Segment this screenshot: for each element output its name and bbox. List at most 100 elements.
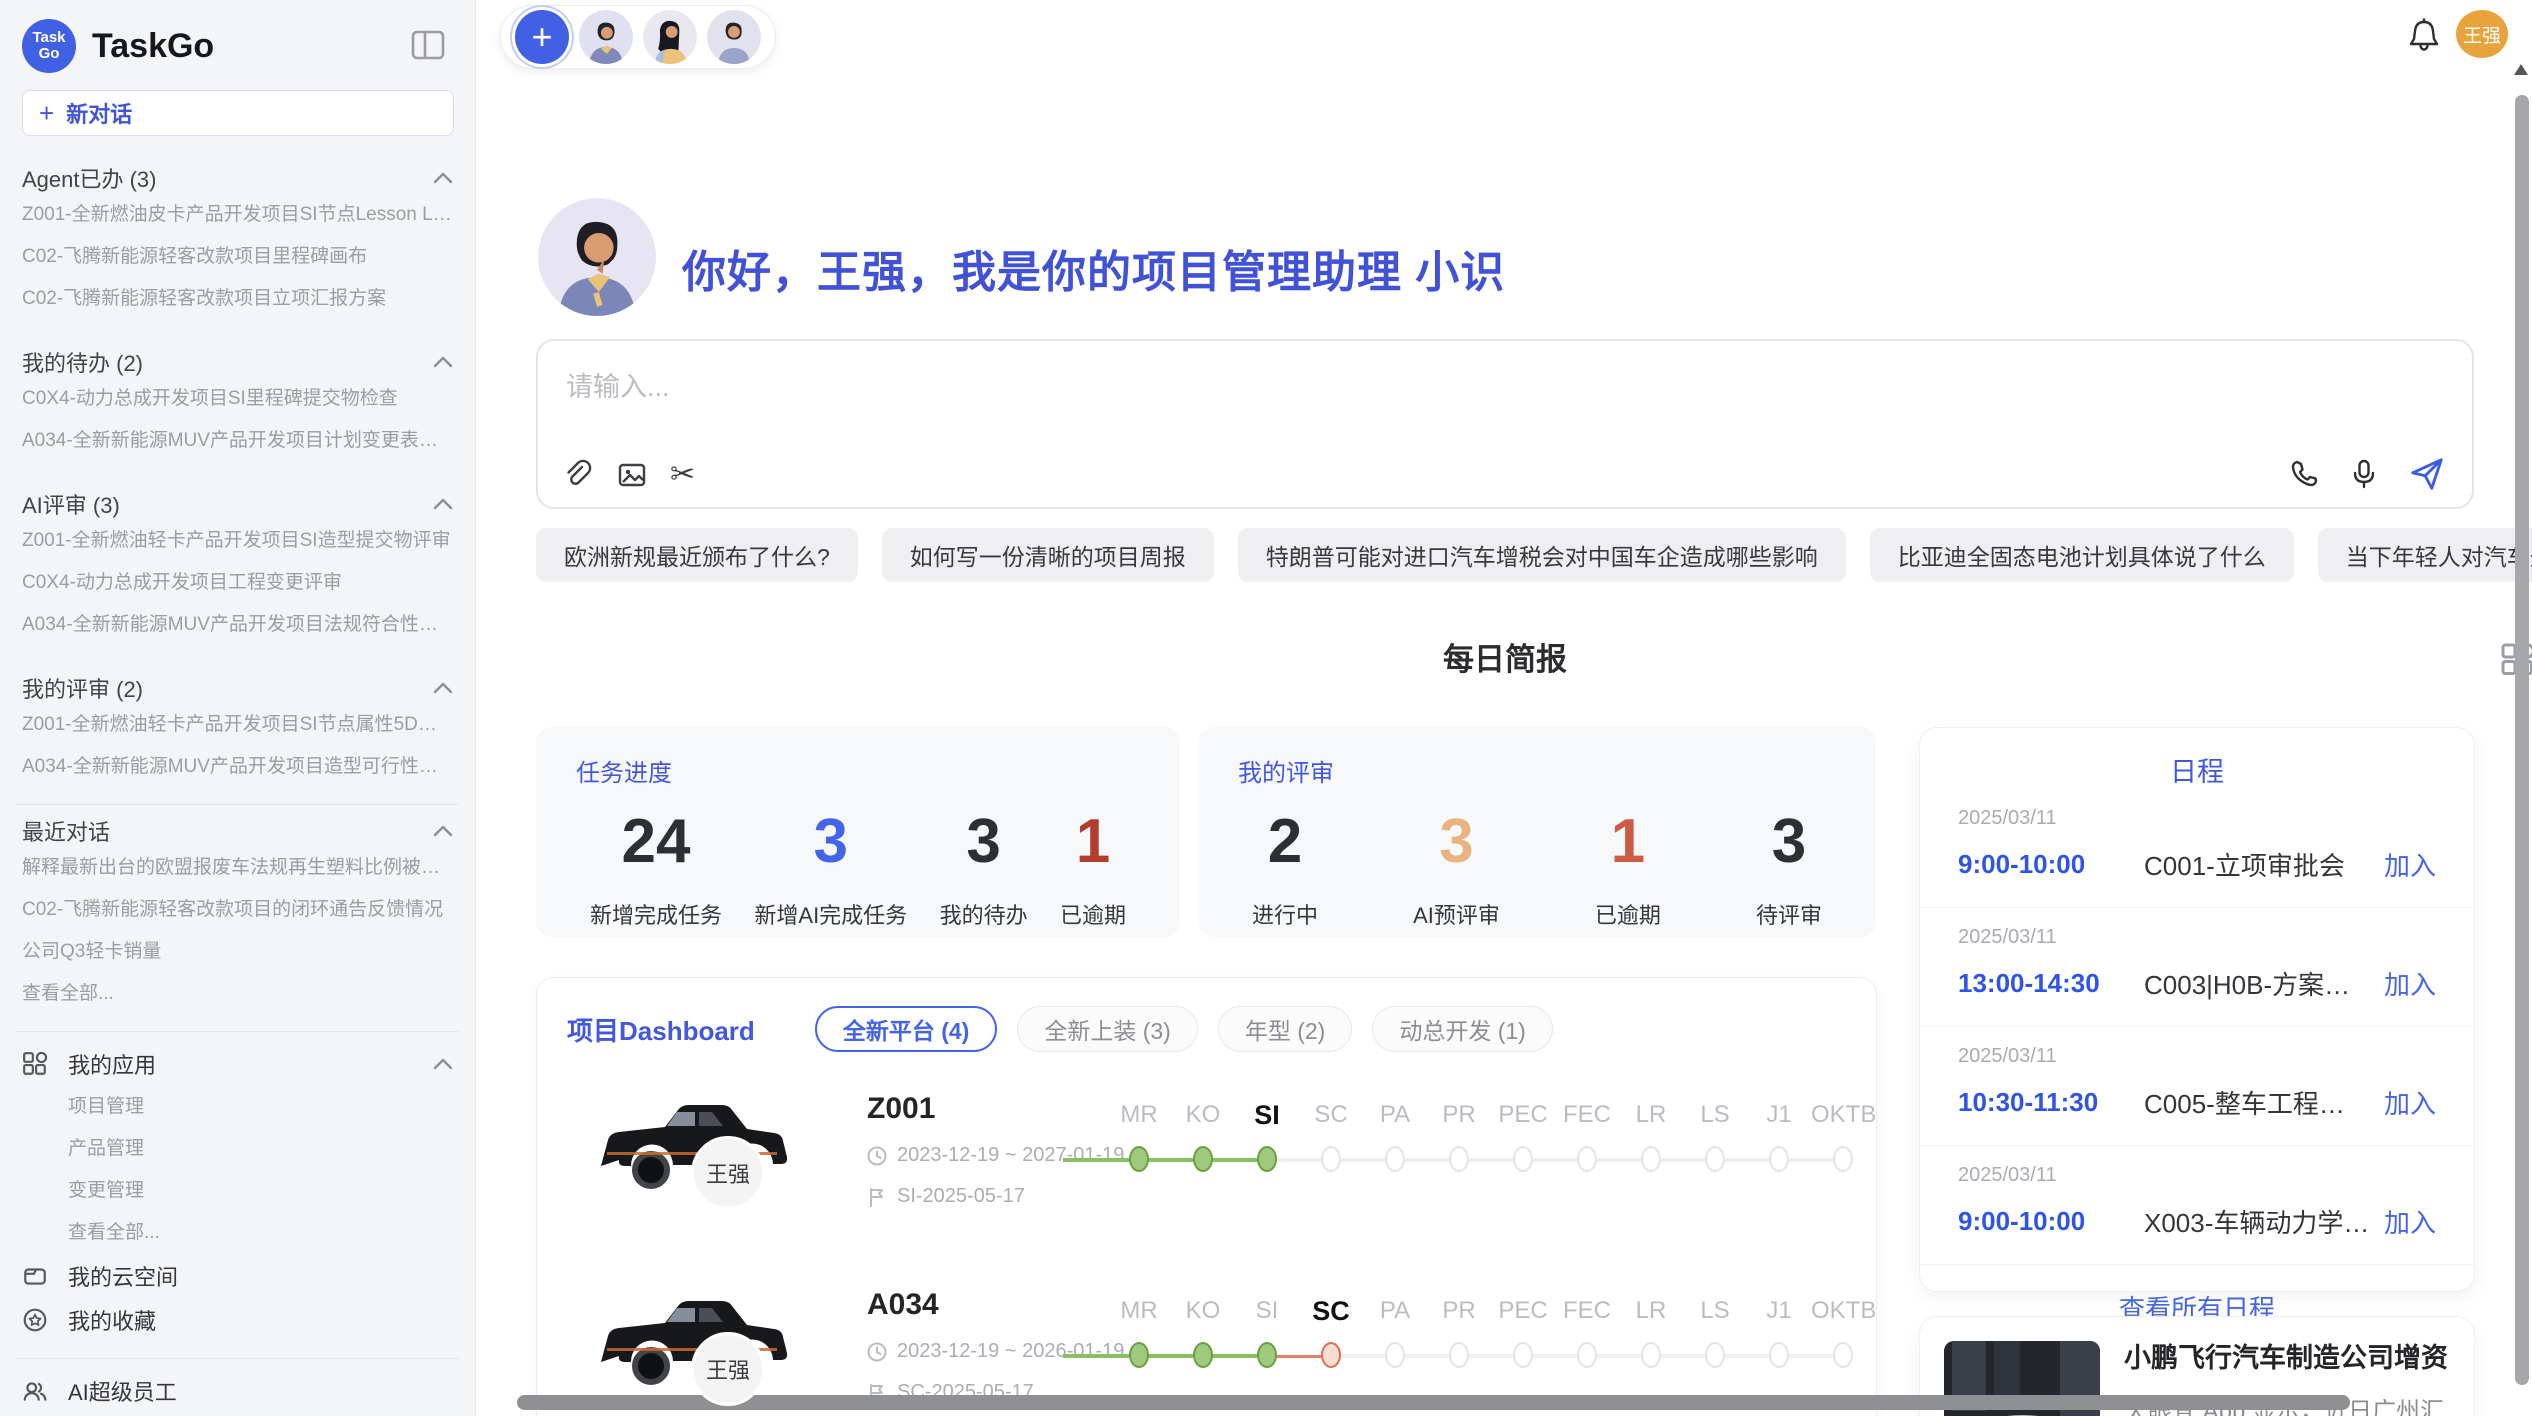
suggestion-chip[interactable]: 特朗普可能对进口汽车增税会对中国车企造成哪些影响 <box>1238 528 1846 582</box>
app-item-project-mgmt[interactable]: 项目管理 <box>68 1086 453 1128</box>
divider <box>16 1031 459 1032</box>
schedule-item: 2025/03/11 9:00-10:00 C001-立项审批会 加入 <box>1920 789 2474 908</box>
suggestion-chip[interactable]: 比亚迪全固态电池计划具体说了什么 <box>1870 528 2294 582</box>
assistant-avatar-3[interactable] <box>707 10 761 64</box>
new-chat-button[interactable]: + 新对话 <box>22 90 454 136</box>
sidebar-group-my-review: 我的评审 (2) Z001-全新燃油轻卡产品开发项目SI节点属性5D文件评审 A… <box>22 672 453 788</box>
schedule-name: C005-整车工程目标评审 <box>2144 1084 2370 1121</box>
group-header-recent[interactable]: 最近对话 <box>22 815 453 847</box>
suggestion-chip[interactable]: 欧洲新规最近颁布了什么? <box>536 528 858 582</box>
plus-icon: + <box>39 100 54 126</box>
sidebar-item-my-apps[interactable]: 我的应用 <box>22 1042 453 1086</box>
daily-briefing-header: 每日简报 <box>536 636 2474 684</box>
schedule-item: 2025/03/11 13:00-14:30 C003|H0B-方案冻结评审 加… <box>1920 908 2474 1027</box>
group-header-agent-done[interactable]: Agent已办 (3) <box>22 162 453 194</box>
view-all-apps[interactable]: 查看全部... <box>68 1212 453 1254</box>
schedule-time: 10:30-11:30 <box>1958 1087 2144 1118</box>
milestone-dot <box>1833 1146 1853 1172</box>
tab-new-body[interactable]: 全新上装 (3) <box>1017 1006 1198 1052</box>
stat-my-todo: 3 我的待办 <box>940 806 1028 930</box>
schedule-card: 日程 2025/03/11 9:00-10:00 C001-立项审批会 加入 2… <box>1919 727 2475 1292</box>
project-row-z001[interactable]: 王强 Z001 2023-12-19 ~ 2027-01-19 SI-2025-… <box>567 1090 1846 1248</box>
recent-chat-item[interactable]: 解释最新出台的欧盟报废车法规再生塑料比例被调至15%... <box>22 847 453 889</box>
sidebar-item[interactable]: A034-全新新能源MUV产品开发项目计划变更表编写 <box>22 420 453 462</box>
sidebar-item[interactable]: Z001-全新燃油皮卡产品开发项目SI节点Lesson Learn报告 <box>22 194 453 236</box>
sidebar-item[interactable]: A034-全新新能源MUV产品开发项目法规符合性评审 <box>22 604 453 646</box>
people-icon <box>22 1378 48 1404</box>
phone-call-icon[interactable] <box>2288 458 2320 490</box>
sidebar-group-agent-done: Agent已办 (3) Z001-全新燃油皮卡产品开发项目SI节点Lesson … <box>22 162 453 320</box>
milestone-dot-done <box>1193 1146 1213 1172</box>
suggestion-chip[interactable]: 当下年轻人对汽车外观有怎样的喜好趋势 <box>2318 528 2532 582</box>
milestone-dot <box>1385 1342 1405 1368</box>
logo-text-bottom: Go <box>39 46 60 62</box>
sidebar-item[interactable]: C0X4-动力总成开发项目SI里程碑提交物检查 <box>22 378 453 420</box>
notification-bell-icon[interactable] <box>2408 18 2440 52</box>
sidebar-item-favorites[interactable]: 我的收藏 <box>22 1298 453 1342</box>
tab-powertrain[interactable]: 动总开发 (1) <box>1372 1006 1553 1052</box>
assistant-avatar-2[interactable] <box>643 10 697 64</box>
send-icon[interactable] <box>2408 455 2446 493</box>
join-meeting-link[interactable]: 加入 <box>2384 965 2436 1002</box>
my-review-title: 我的评审 <box>1238 753 1836 788</box>
chat-input[interactable] <box>566 365 2444 431</box>
milestone-dot-overdue <box>1321 1342 1341 1368</box>
task-progress-title: 任务进度 <box>576 753 1140 788</box>
sidebar-item-ai-super-staff[interactable]: AI超级员工 <box>22 1369 453 1413</box>
sidebar-item[interactable]: Z001-全新燃油轻卡产品开发项目SI节点属性5D文件评审 <box>22 704 453 746</box>
cloud-space-icon <box>22 1263 48 1289</box>
recent-chat-item[interactable]: C02-飞腾新能源轻客改款项目的闭环通告反馈情况 <box>22 889 453 931</box>
image-upload-icon[interactable] <box>616 459 648 491</box>
divider <box>16 804 459 805</box>
group-header-my-todo[interactable]: 我的待办 (2) <box>22 346 453 378</box>
divider <box>16 1358 459 1359</box>
recent-chat-item[interactable]: 公司Q3轻卡销量 <box>22 931 453 973</box>
join-meeting-link[interactable]: 加入 <box>2384 1203 2436 1240</box>
suggestion-chip[interactable]: 如何写一份清晰的项目周报 <box>882 528 1214 582</box>
sidebar-item[interactable]: C02-飞腾新能源轻客改款项目立项汇报方案 <box>22 278 453 320</box>
tab-model-year[interactable]: 年型 (2) <box>1218 1006 1353 1052</box>
daily-briefing-title: 每日简报 <box>536 636 2474 684</box>
group-header-ai-review[interactable]: AI评审 (3) <box>22 488 453 520</box>
schedule-date: 2025/03/11 <box>1958 926 2436 949</box>
grid-icon <box>22 1051 48 1077</box>
plus-icon: + <box>531 16 552 58</box>
sidebar-item[interactable]: Z001-全新燃油轻卡产品开发项目SI造型提交物评审 <box>22 520 453 562</box>
milestone-dot-done <box>1129 1146 1149 1172</box>
sidebar-item[interactable]: C0X4-动力总成开发项目工程变更评审 <box>22 562 453 604</box>
assistant-switcher: + <box>500 5 776 69</box>
add-assistant-button[interactable]: + <box>515 10 569 64</box>
stat-review-overdue: 1 已逾期 <box>1595 806 1661 930</box>
milestone-dot <box>1385 1146 1405 1172</box>
sidebar-item-cloud-space[interactable]: 我的云空间 <box>22 1254 453 1298</box>
app-item-change-mgmt[interactable]: 变更管理 <box>68 1170 453 1212</box>
sidebar-item[interactable]: A034-全新新能源MUV产品开发项目造型可行性评审 <box>22 746 453 788</box>
main-content: + 王强 你好，王强，我是你的项目管理助理 小识 <box>476 0 2532 1416</box>
microphone-icon[interactable] <box>2348 458 2380 490</box>
milestone-dot <box>1513 1146 1533 1172</box>
milestone-dot <box>1769 1146 1789 1172</box>
screenshot-scissors-icon[interactable]: ✂ <box>670 460 695 490</box>
user-avatar[interactable]: 王强 <box>2456 10 2508 58</box>
schedule-item: 2025/03/11 9:00-10:00 X003-车辆动力学性能验... 加… <box>1920 1146 2474 1265</box>
horizontal-scrollbar[interactable] <box>517 1395 2350 1410</box>
view-all-recent[interactable]: 查看全部... <box>22 973 453 1015</box>
milestone-dot-done <box>1193 1342 1213 1368</box>
vertical-scrollbar[interactable] <box>2515 95 2529 1385</box>
group-header-my-review[interactable]: 我的评审 (2) <box>22 672 453 704</box>
paperclip-icon[interactable] <box>562 459 594 491</box>
sidebar-item[interactable]: C02-飞腾新能源轻客改款项目里程碑画布 <box>22 236 453 278</box>
app-item-product-mgmt[interactable]: 产品管理 <box>68 1128 453 1170</box>
sidebar: Task Go TaskGo + 新对话 Agent已办 (3) Z001-全新… <box>0 0 476 1416</box>
tab-new-platform[interactable]: 全新平台 (4) <box>815 1006 998 1052</box>
project-code: Z001 <box>867 1092 1107 1126</box>
collapse-sidebar-icon[interactable] <box>411 30 445 60</box>
join-meeting-link[interactable]: 加入 <box>2384 846 2436 883</box>
assistant-avatar-1[interactable] <box>579 10 633 64</box>
schedule-name: C001-立项审批会 <box>2144 846 2370 883</box>
scroll-up-arrow[interactable] <box>2514 64 2528 75</box>
user-name: 王强 <box>2463 21 2501 48</box>
schedule-date: 2025/03/11 <box>1958 1045 2436 1068</box>
join-meeting-link[interactable]: 加入 <box>2384 1084 2436 1121</box>
suggestion-chips: 欧洲新规最近颁布了什么? 如何写一份清晰的项目周报 特朗普可能对进口汽车增税会对… <box>536 528 2474 582</box>
